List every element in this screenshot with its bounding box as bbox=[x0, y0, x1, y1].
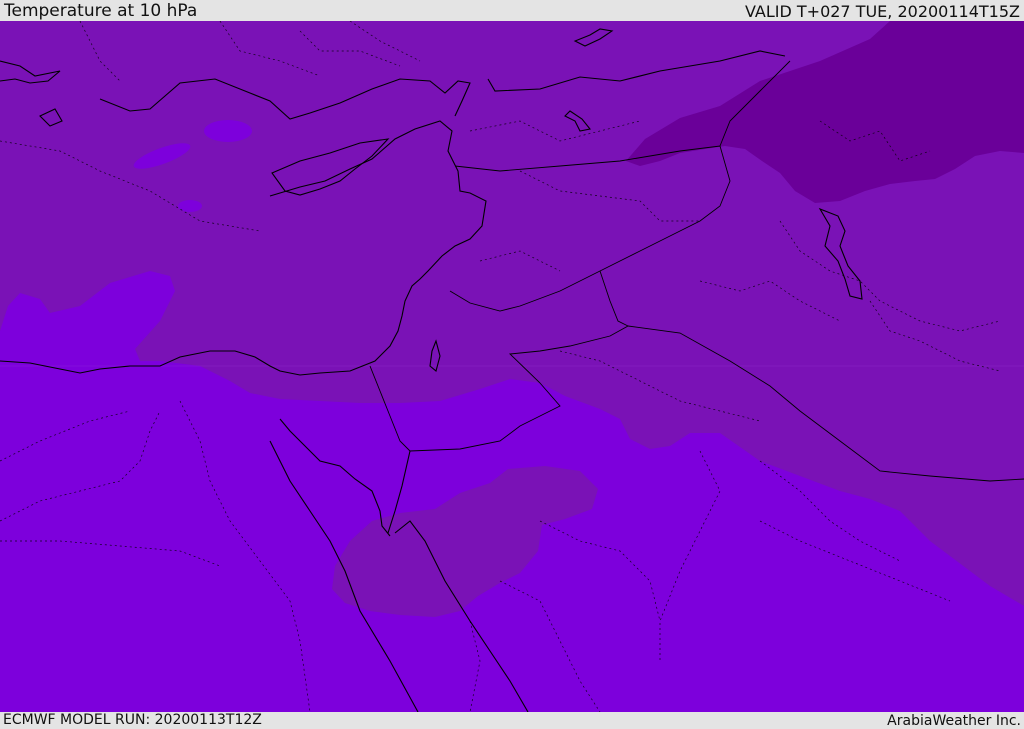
map-title: Temperature at 10 hPa bbox=[4, 1, 198, 21]
valid-time: VALID T+027 TUE, 20200114T15Z bbox=[744, 2, 1020, 21]
model-run-label: ECMWF MODEL RUN: 20200113T12Z bbox=[3, 712, 262, 728]
footer-bar: ECMWF MODEL RUN: 20200113T12Z ArabiaWeat… bbox=[0, 712, 1024, 729]
warm-patch bbox=[204, 120, 252, 142]
credit-label: ArabiaWeather Inc. bbox=[887, 713, 1021, 729]
header-bar: Temperature at 10 hPa VALID T+027 TUE, 2… bbox=[0, 0, 1024, 21]
weather-map bbox=[0, 21, 1024, 712]
